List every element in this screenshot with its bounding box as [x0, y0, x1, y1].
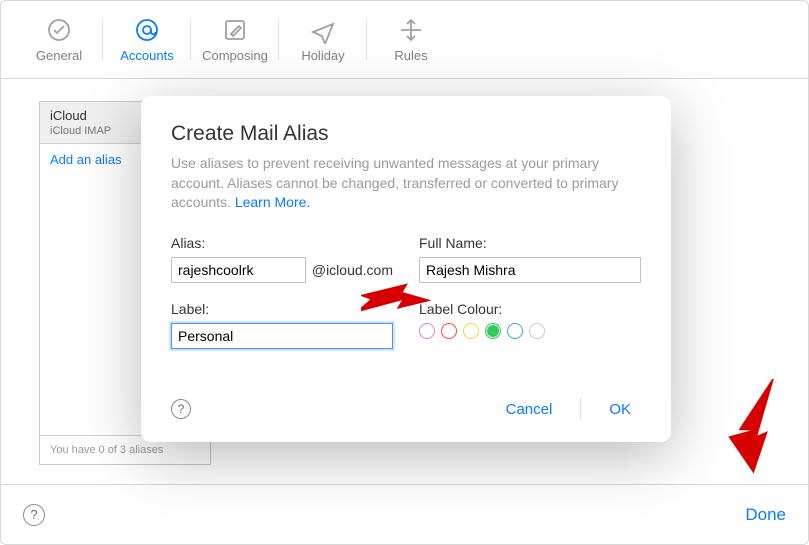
dialog-description: Use aliases to prevent receiving unwante…	[171, 154, 641, 213]
tab-composing-label: Composing	[202, 48, 268, 63]
labelcolor-field-label: Label Colour:	[419, 301, 641, 317]
alias-field-label: Alias:	[171, 235, 393, 251]
label-color-option[interactable]	[485, 323, 501, 339]
alias-input[interactable]	[171, 257, 306, 283]
tab-accounts[interactable]: Accounts	[103, 1, 191, 78]
compose-icon	[221, 16, 249, 44]
label-color-option[interactable]	[507, 323, 523, 339]
fullname-column: Full Name: Label Colour:	[419, 235, 641, 349]
preferences-toolbar: General Accounts Composing Holiday Rules	[1, 1, 808, 79]
ok-button[interactable]: OK	[599, 397, 641, 422]
label-color-option[interactable]	[463, 323, 479, 339]
tab-holiday[interactable]: Holiday	[279, 1, 367, 78]
tab-composing[interactable]: Composing	[191, 1, 279, 78]
label-color-option[interactable]	[441, 323, 457, 339]
airplane-icon	[309, 16, 337, 44]
done-button[interactable]: Done	[745, 505, 786, 525]
learn-more-link[interactable]: Learn More.	[235, 194, 310, 210]
label-color-option[interactable]	[529, 323, 545, 339]
action-divider	[580, 398, 581, 420]
fullname-input[interactable]	[419, 257, 641, 283]
tab-rules[interactable]: Rules	[367, 1, 455, 78]
tab-rules-label: Rules	[394, 48, 427, 63]
tab-holiday-label: Holiday	[301, 48, 344, 63]
at-sign-icon	[133, 16, 161, 44]
dialog-title: Create Mail Alias	[171, 122, 641, 146]
tab-general[interactable]: General	[15, 1, 103, 78]
tab-accounts-label: Accounts	[120, 48, 173, 63]
label-field-label: Label:	[171, 301, 393, 317]
cancel-button[interactable]: Cancel	[496, 397, 563, 422]
fullname-field-label: Full Name:	[419, 235, 641, 251]
window-footer: ? Done	[1, 484, 808, 544]
alias-domain-suffix: @icloud.com	[312, 262, 393, 278]
label-color-option[interactable]	[419, 323, 435, 339]
label-input[interactable]	[171, 323, 393, 349]
checkmark-circle-icon	[45, 16, 73, 44]
tab-general-label: General	[36, 48, 82, 63]
label-color-picker	[419, 323, 641, 339]
create-alias-dialog: Create Mail Alias Use aliases to prevent…	[141, 96, 671, 442]
arrows-icon	[397, 16, 425, 44]
alias-column: Alias: @icloud.com Label:	[171, 235, 393, 349]
footer-help-button[interactable]: ?	[23, 504, 45, 526]
dialog-help-button[interactable]: ?	[171, 399, 191, 419]
